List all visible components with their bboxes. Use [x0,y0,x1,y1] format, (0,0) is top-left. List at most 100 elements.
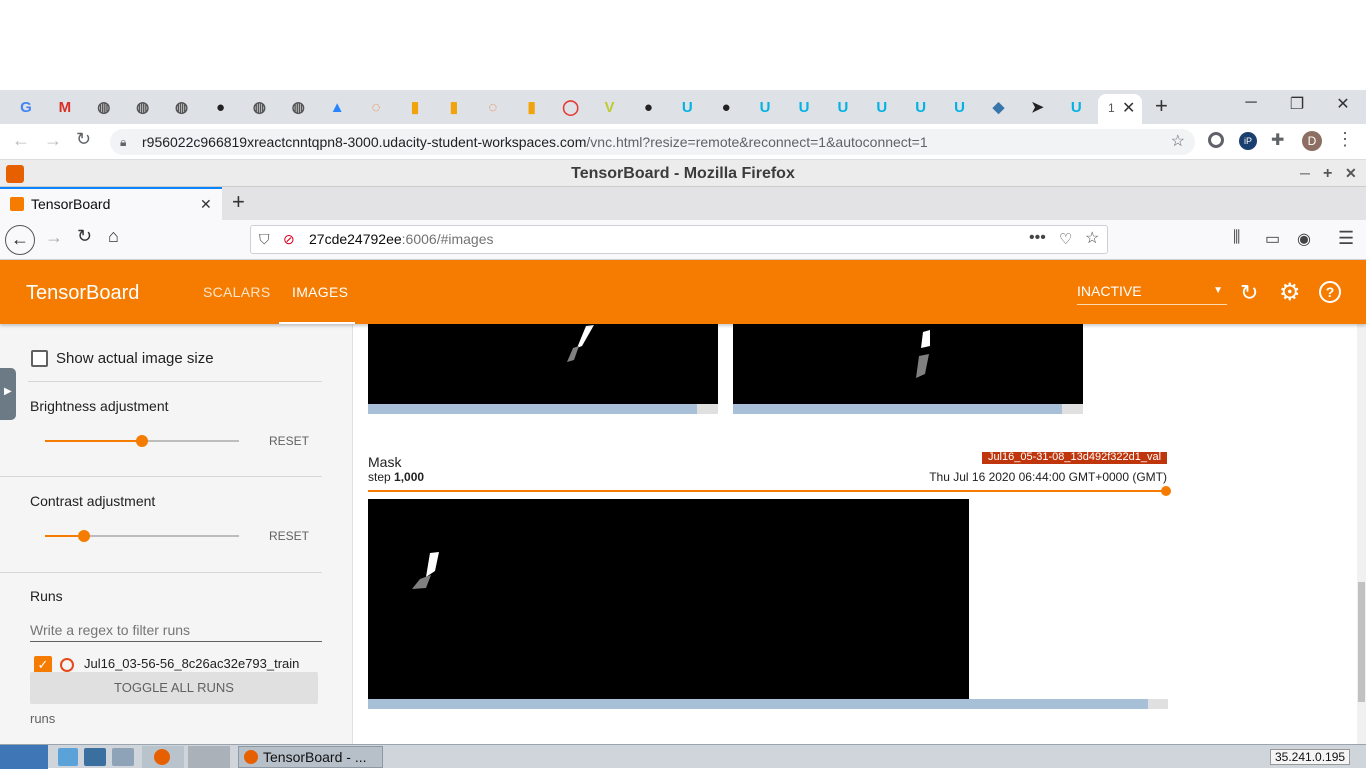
chrome-tab[interactable]: U [909,97,933,117]
chrome-tab[interactable]: ▮ [520,97,544,117]
settings-gear-icon[interactable]: ⚙ [1279,278,1301,307]
chrome-tab[interactable]: U [753,97,777,117]
image-step-slider[interactable] [368,404,718,414]
file-manager-icon[interactable] [58,748,78,766]
restore-icon[interactable]: ❐ [1282,94,1312,114]
home-icon[interactable]: ⌂ [108,226,119,247]
help-icon[interactable]: ? [1319,281,1341,303]
firefox-menu-icon[interactable]: ☰ [1338,228,1354,249]
scrollbar-track[interactable] [1357,324,1366,744]
settings-app-icon[interactable] [84,748,106,766]
new-tab-button[interactable]: + [1155,93,1168,119]
chrome-tab[interactable]: ◆ [987,97,1011,117]
firefox-tab-tensorboard[interactable]: TensorBoard ✕ [0,187,222,220]
chrome-menu-icon[interactable]: ⋮ [1336,129,1354,150]
step-slider-track[interactable] [368,490,1167,492]
shield-icon[interactable]: ⛉ [259,226,270,253]
vnc-maximize-icon[interactable]: + [1323,160,1332,187]
library-icon[interactable]: ⫼ [1233,229,1240,247]
scrollbar-thumb[interactable] [1358,582,1365,702]
vnc-close-icon[interactable]: ✕ [1345,160,1357,187]
chrome-tab[interactable]: ● [209,97,233,117]
brightness-slider-knob[interactable] [136,435,148,447]
image-step-slider[interactable] [733,404,1083,414]
lock-icon[interactable]: 🔒︎ [120,129,126,155]
reload-icon[interactable]: ↻ [76,129,91,150]
chrome-tab[interactable]: ▮ [442,97,466,117]
runs-filter-input[interactable] [30,618,322,642]
run-color-swatch[interactable] [60,658,74,672]
chrome-tab[interactable]: G [14,97,38,117]
chrome-tab[interactable]: ◯ [559,97,583,117]
chrome-tab[interactable]: ◍ [92,97,116,117]
close-window-icon[interactable]: ✕ [1328,94,1358,114]
refresh-icon[interactable]: ↻ [1240,280,1258,306]
forward-icon[interactable]: → [45,227,63,248]
jupyter-icon: ◌ [488,98,498,116]
taskbar-task-tensorboard[interactable]: TensorBoard - ... [238,746,383,768]
pocket-icon[interactable]: ♡ [1059,226,1072,253]
mask-image[interactable] [368,324,718,404]
bookmark-star-icon[interactable]: ☆ [1085,225,1099,252]
start-menu-button[interactable] [0,745,48,769]
chrome-tab[interactable]: ◍ [131,97,155,117]
chrome-tab[interactable]: ◍ [286,97,310,117]
close-tab-icon[interactable]: ✕ [200,189,212,220]
chrome-tab[interactable]: ◌ [364,97,388,117]
sidebar-toggle-icon[interactable]: ▭ [1265,229,1280,249]
new-tab-button[interactable]: + [232,189,245,215]
chrome-tab[interactable]: U [792,97,816,117]
insecure-lock-icon[interactable]: ⊘ [283,226,295,253]
mask-image[interactable] [733,324,1083,404]
contrast-slider-knob[interactable] [77,530,90,542]
minimize-icon[interactable]: ─ [1236,94,1266,112]
chrome-url-bar[interactable]: 🔒︎ r956022c966819xreactcnntqpn8-3000.uda… [110,129,1195,155]
chrome-tab[interactable]: ◍ [247,97,271,117]
chrome-tab[interactable]: M [53,97,77,117]
vnc-side-handle[interactable]: ▶ [0,368,16,420]
mask-image-main[interactable] [368,499,969,699]
extension-circle-icon[interactable] [1208,132,1224,148]
back-icon[interactable]: ← [5,225,35,255]
chrome-tab[interactable]: U [675,97,699,117]
bookmark-star-icon[interactable]: ☆ [1171,129,1185,155]
firefox-launcher[interactable] [142,746,184,768]
back-icon[interactable]: ← [12,130,30,151]
reload-status-dropdown[interactable]: INACTIVE ▼ [1077,283,1227,305]
step-slider-knob[interactable] [1161,486,1171,496]
chrome-tab[interactable]: ● [714,97,738,117]
chrome-tab[interactable]: ▲ [325,97,349,117]
chrome-active-tab[interactable]: 1 ✕ [1098,94,1142,124]
contrast-reset-button[interactable]: RESET [269,529,309,543]
chrome-tab[interactable]: U [1064,97,1088,117]
account-icon[interactable]: ◉ [1297,229,1311,249]
toggle-all-runs-button[interactable]: TOGGLE ALL RUNS [30,672,318,704]
brightness-slider-track[interactable] [45,435,239,447]
show-actual-size-checkbox[interactable] [31,350,48,367]
forward-icon[interactable]: → [44,130,62,151]
profile-avatar[interactable]: D [1302,131,1322,151]
chrome-tab[interactable]: V [598,97,622,117]
image-step-slider[interactable] [368,699,1168,709]
terminal-icon[interactable] [112,748,134,766]
ip-extension-icon[interactable]: iP [1239,132,1257,150]
contrast-slider-track[interactable] [45,530,239,542]
page-actions-icon[interactable]: ••• [1029,224,1046,251]
chrome-tab[interactable]: U [831,97,855,117]
brightness-reset-button[interactable]: RESET [269,434,309,448]
chrome-tab[interactable]: U [948,97,972,117]
tab-images[interactable]: IMAGES [292,284,348,300]
close-tab-icon[interactable]: ✕ [1122,98,1135,118]
chrome-tab[interactable]: ◍ [170,97,194,117]
vnc-minimize-icon[interactable]: ─ [1300,160,1310,187]
reload-icon[interactable]: ↻ [77,226,92,247]
chrome-tab[interactable]: U [870,97,894,117]
tab-scalars[interactable]: SCALARS [203,284,270,300]
chrome-tab[interactable]: ➤ [1025,97,1049,117]
firefox-url-bar[interactable]: ⛉ ⊘ 27cde24792ee:6006/#images ••• ♡ ☆ [250,225,1108,254]
chrome-tab[interactable]: ▮ [403,97,427,117]
desktop-button[interactable] [188,746,230,768]
extensions-puzzle-icon[interactable]: ✚ [1271,130,1284,150]
chrome-tab[interactable]: ◌ [481,97,505,117]
chrome-tab[interactable]: ● [636,97,660,117]
